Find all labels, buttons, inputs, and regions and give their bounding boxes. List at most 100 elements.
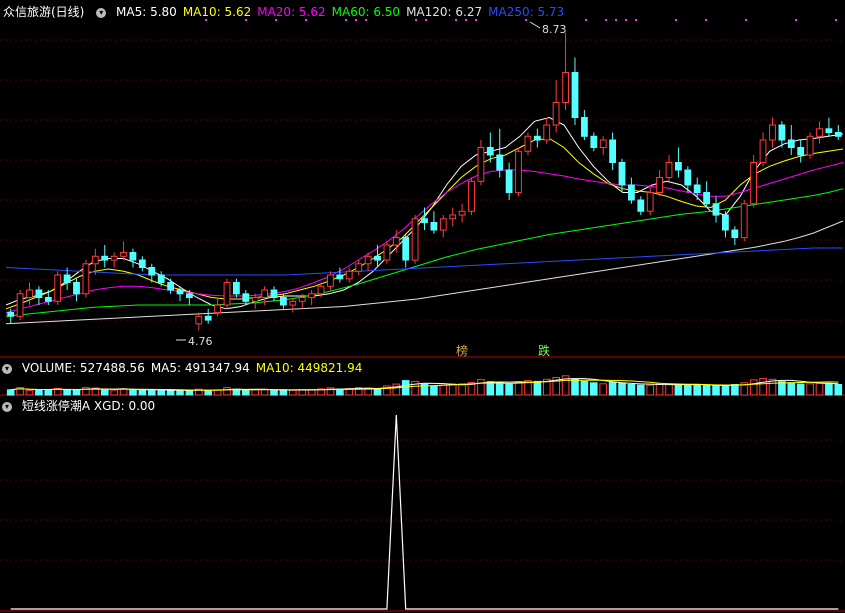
candle-body [628,184,635,201]
candle-body [195,315,203,325]
low-price-label: 4.76 [188,335,213,348]
signal-dots [205,19,837,21]
volume-bar [392,383,401,396]
candle-body [308,293,316,299]
candle-body [392,237,400,246]
candle-body [280,297,287,306]
volume-bar [759,378,767,396]
candle-body [797,147,805,156]
candle-body [157,274,165,283]
candle-body [364,255,372,265]
signal-dot [415,19,417,21]
candle-body [759,139,767,163]
volume-bar [157,389,165,396]
candle-body [665,162,673,178]
candle-body [110,255,118,261]
candle-body [637,199,645,212]
candle-body [834,132,842,137]
candle-body [731,229,739,238]
candle-body [54,274,62,302]
signal-dot [525,19,527,21]
candle-body [270,289,278,298]
signal-dot [275,19,277,21]
candle-body [91,255,99,265]
volume-bar [674,384,683,396]
candle-body [825,128,833,134]
volume-bar [637,384,645,396]
volume-bar [599,383,608,396]
candle-body [223,282,231,306]
candle-body [298,297,306,302]
candle-body [186,293,193,299]
candle-body [336,274,344,280]
signal-dot [425,19,427,21]
candle-body [35,289,43,298]
candle-body [355,263,363,272]
signal-dot [835,19,837,21]
candle-body [618,162,626,186]
volume-bars[interactable] [6,375,843,396]
candle-body [816,128,823,137]
signal-dot [625,19,627,21]
volume-bar [486,381,495,396]
candle-body [750,162,758,205]
candle-body [609,139,617,163]
volume-bar [731,384,739,396]
volume-bar [834,384,843,396]
volume-bar [580,380,589,396]
volume-bar [119,388,128,396]
volume-bar [279,390,288,396]
volume-bar [129,389,137,396]
candle-body [26,289,33,298]
volume-bar [655,383,664,396]
candle-body [533,135,541,141]
volume-bar [138,389,147,396]
candle-body [261,289,269,298]
candle-body [505,169,513,193]
candle-body [806,135,814,156]
volume-bar [185,390,194,396]
volume-bar [787,382,796,396]
signal-dot [305,19,307,21]
candle-body [712,203,720,216]
volume-bar [336,388,344,396]
volume-bar [101,388,109,396]
candle-body [421,218,428,224]
signal-dot [245,19,247,21]
volume-bar [44,389,53,396]
volume-bar [448,383,457,396]
candle-body [646,192,654,212]
event-marker-2[interactable]: 跌 [538,343,550,358]
volume-bar [430,385,438,396]
candle-body [383,244,391,261]
volume-bar [514,381,523,396]
kline-chart[interactable]: 8.73 4.76 榜 跌 [0,0,845,613]
volume-bar [796,383,805,396]
candle-body [693,184,701,193]
candle-body [656,177,664,193]
volume-bar [35,389,43,396]
event-marker-1[interactable]: 榜 [456,343,468,358]
signal-dot [345,19,347,21]
signal-dot [365,19,367,21]
candle-body [787,139,795,148]
signal-dot [475,19,477,21]
volume-bar [806,383,814,396]
volume-bar [242,389,250,396]
volume-bar [646,384,655,396]
candle-body [233,282,240,295]
candle-body [148,267,156,276]
signal-dot [705,19,707,21]
indicator-line [10,414,839,610]
ma-line-ma120 [5,220,844,325]
volume-bar [749,379,758,396]
volume-bar [166,390,175,396]
candle-body [543,124,551,141]
signal-dot [465,19,467,21]
candle-body [242,293,250,302]
grid-lines [0,39,845,561]
candle-body [430,222,438,231]
ma-line-ma20 [5,162,844,313]
volume-bar [721,385,730,396]
high-price-label: 8.73 [542,23,567,36]
